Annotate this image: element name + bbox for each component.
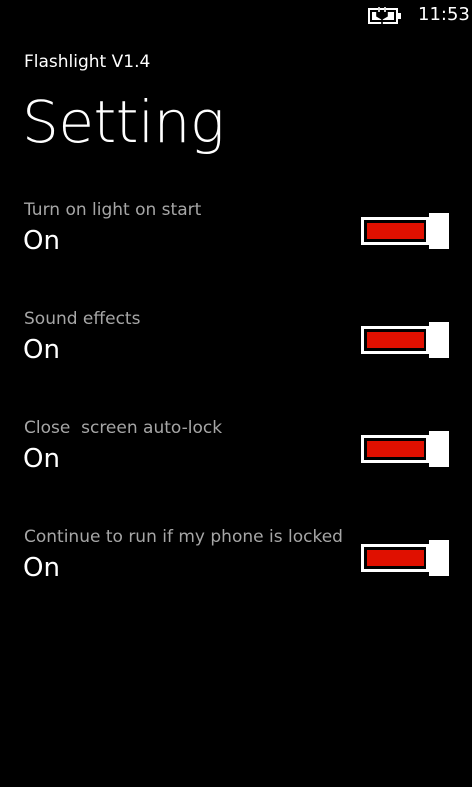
toggle-fill [367,223,424,239]
setting-sound-effects: Sound effects On [0,307,472,397]
battery-charging-icon [368,7,401,24]
setting-label: Sound effects [24,309,141,329]
setting-close-screen-auto-lock: Close screen auto-lock On [0,416,472,506]
toggle-switch-close-screen-auto-lock[interactable] [361,431,451,467]
setting-label: Close screen auto-lock [24,418,223,438]
setting-label: Turn on light on start [24,200,202,220]
setting-continue-when-locked: Continue to run if my phone is locked On [0,525,472,615]
toggle-thumb [429,431,449,467]
toggle-fill [367,332,424,348]
toggle-switch-turn-on-light-on-start[interactable] [361,213,451,249]
status-time: 11:53 [418,4,470,25]
setting-value: On [23,226,60,256]
app-title: Flashlight V1.4 [24,52,151,72]
toggle-fill [367,550,424,566]
toggle-switch-continue-when-locked[interactable] [361,540,451,576]
toggle-thumb [429,213,449,249]
toggle-fill [367,441,424,457]
setting-value: On [23,553,60,583]
setting-value: On [23,444,60,474]
setting-turn-on-light-on-start: Turn on light on start On [0,198,472,288]
toggle-thumb [429,322,449,358]
status-bar: 11:53 [0,0,472,32]
page-title: Setting [22,88,225,156]
setting-value: On [23,335,60,365]
toggle-thumb [429,540,449,576]
toggle-switch-sound-effects[interactable] [361,322,451,358]
setting-label: Continue to run if my phone is locked [24,527,343,547]
